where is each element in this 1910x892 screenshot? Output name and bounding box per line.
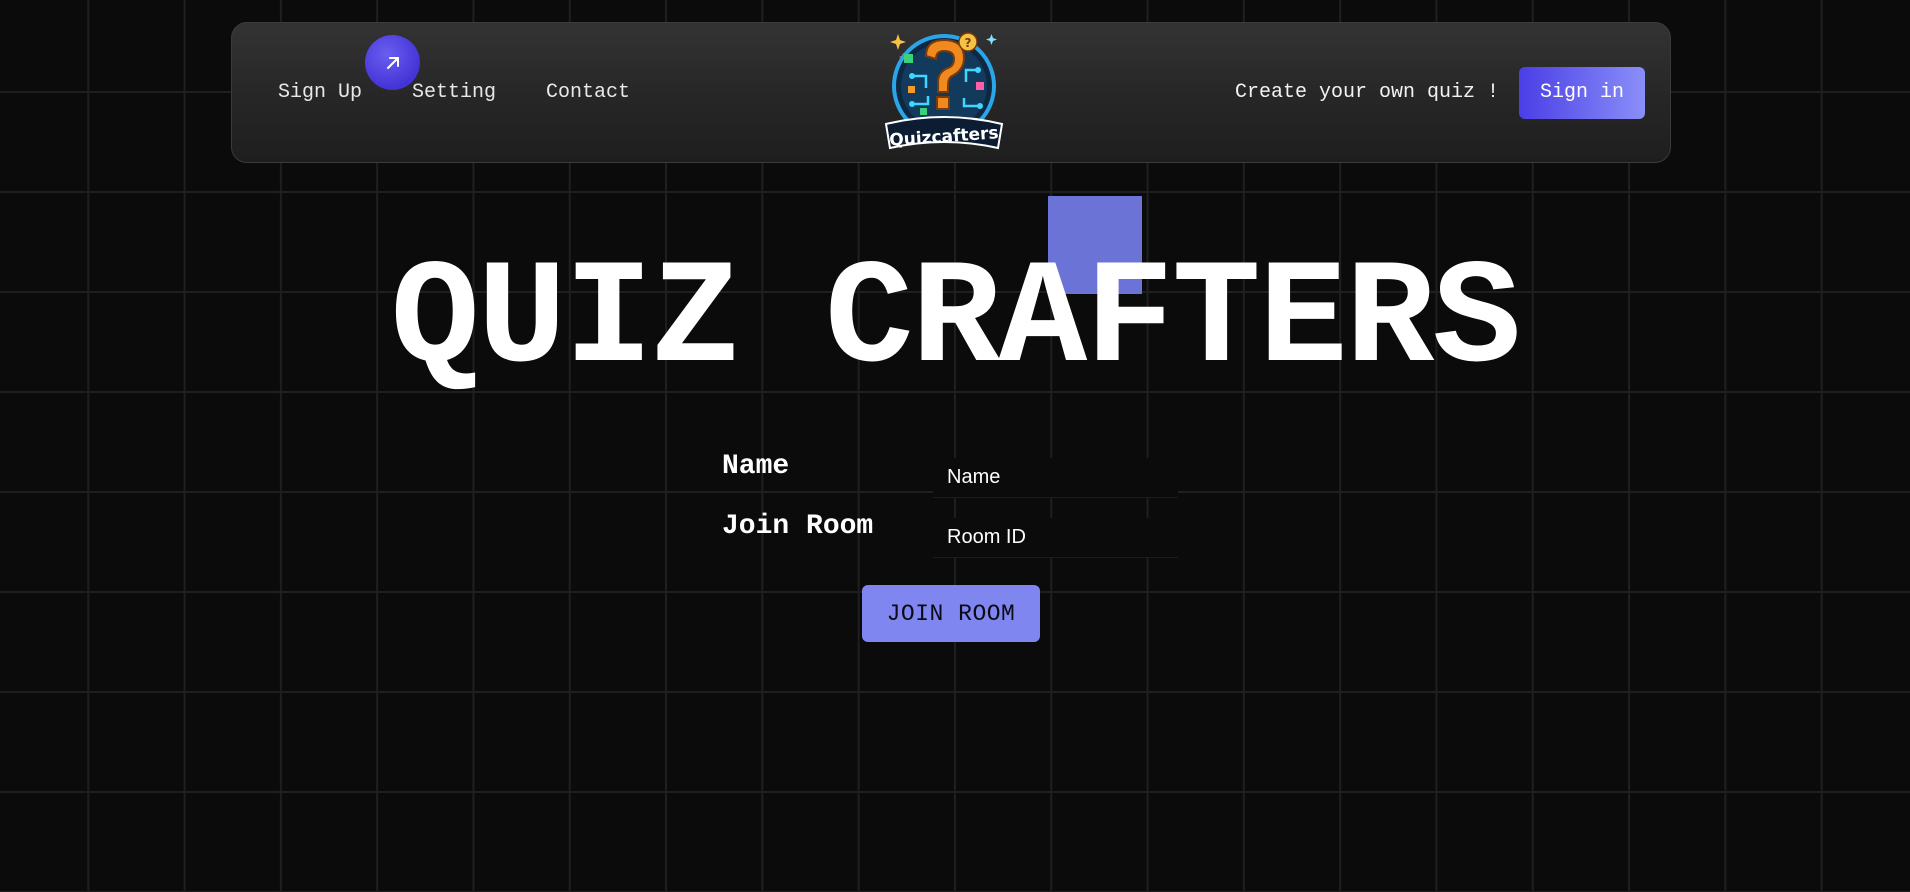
sign-in-button[interactable]: Sign in [1519,66,1645,119]
cursor-follower[interactable] [365,35,420,90]
name-label: Name [722,451,790,482]
page: { "nav": { "links": ["Sign Up", "Setting… [0,0,1910,892]
nav-link-setting[interactable]: Setting [412,81,496,104]
create-quiz-link[interactable]: Create your own quiz ! [1235,81,1499,104]
nav-right: Create your own quiz ! Sign in [1235,23,1645,162]
quizcrafters-logo[interactable]: ? Quizcafters [882,26,1007,156]
room-id-input[interactable] [933,518,1178,558]
svg-text:?: ? [965,36,972,50]
join-room-button[interactable]: JOIN ROOM [862,585,1040,642]
join-room-label: Join Room [722,511,874,542]
navbar: Sign Up Setting Contact ? Quizcafters Cr… [231,22,1671,163]
nav-link-contact[interactable]: Contact [546,81,630,104]
hero-title: QUIZ CRAFTERS [390,238,1522,405]
nav-link-sign-up[interactable]: Sign Up [278,81,362,104]
name-input[interactable] [933,458,1178,498]
nav-links: Sign Up Setting Contact [278,23,630,162]
arrow-up-right-icon [386,56,399,69]
